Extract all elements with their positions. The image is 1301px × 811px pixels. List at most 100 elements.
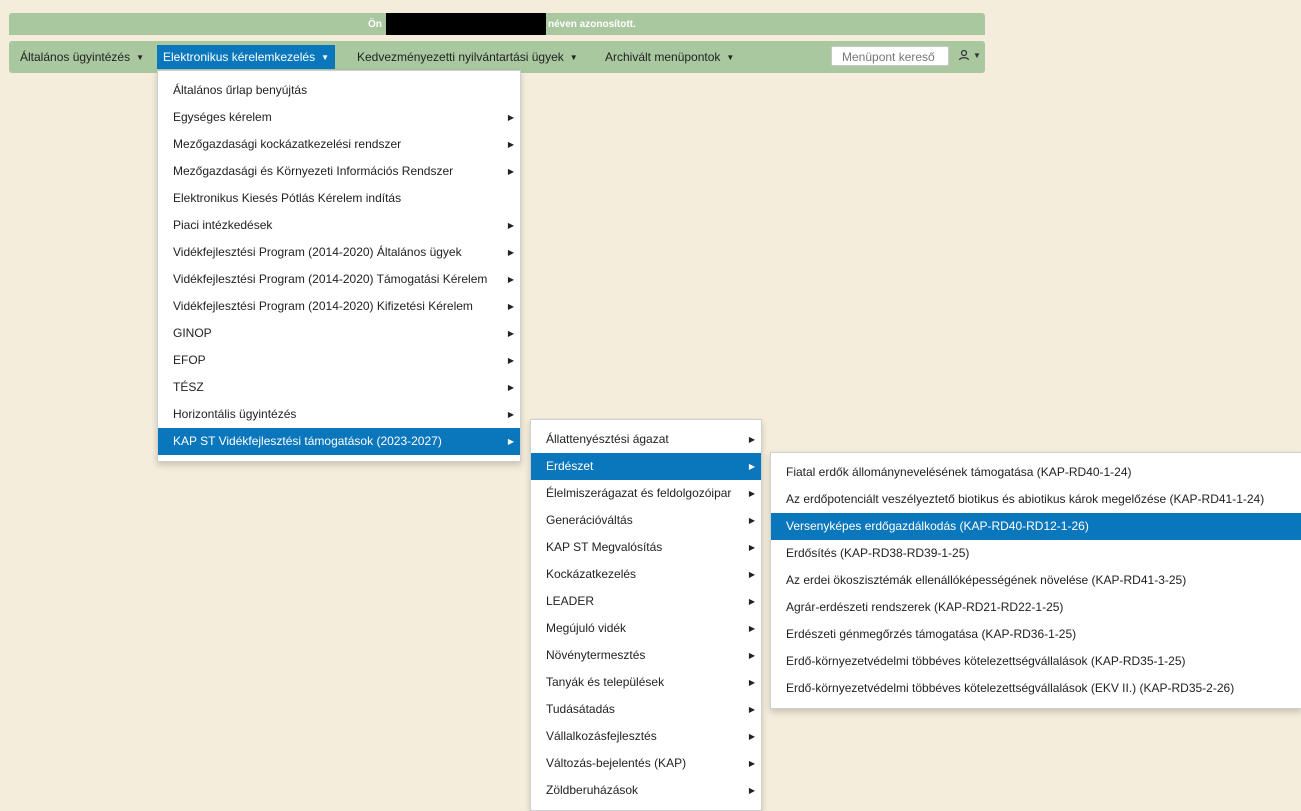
menu-item-kockazatkezeles[interactable]: Kockázatkezelés ▶ [531,561,761,588]
menu-item-versenykepes-erdogazdalkodas[interactable]: Versenyképes erdőgazdálkodás (KAP-RD40-R… [771,513,1301,540]
menu-item-erdo-kornyezetvedelmi[interactable]: Erdő-környezetvédelmi többéves kötelezet… [771,648,1301,675]
chevron-right-icon: ▶ [748,651,755,660]
chevron-right-icon: ▶ [748,759,755,768]
chevron-right-icon: ▶ [507,329,514,338]
menu-item-megujulo-videk[interactable]: Megújuló vidék ▶ [531,615,761,642]
menu-item-label: Elektronikus Kiesés Pótlás Kérelem indít… [173,191,402,205]
menu-item-tanyak-telepulesek[interactable]: Tanyák és települések ▶ [531,669,761,696]
menu-item-erdosites[interactable]: Erdősítés (KAP-RD38-RD39-1-25) [771,540,1301,567]
chevron-right-icon: ▶ [748,435,755,444]
menu-item-generaciovaltas[interactable]: Generációváltás ▶ [531,507,761,534]
menu-item-label: Versenyképes erdőgazdálkodás (KAP-RD40-R… [786,519,1089,533]
caret-down-icon: ▼ [726,53,735,62]
menu-item-allattenyesztes[interactable]: Állattenyésztési ágazat ▶ [531,426,761,453]
menu-item-label: Növénytermesztés [546,648,646,662]
menu-item-label: KAP ST Megvalósítás [546,540,663,554]
chevron-right-icon: ▶ [507,383,514,392]
menu-item-label: Erdősítés (KAP-RD38-RD39-1-25) [786,546,970,560]
submenu-kap-st: Állattenyésztési ágazat ▶ Erdészet ▶ Élelm… [530,419,762,811]
menu-item-label: Tudásátadás [546,702,615,716]
chevron-right-icon: ▶ [507,437,514,446]
nav-label: Általános ügyintézés [20,50,131,64]
menu-item-erdeszet[interactable]: Erdészet ▶ [531,453,761,480]
menu-item-label: LEADER [546,594,595,608]
menu-item-label: Erdő-környezetvédelmi többéves kötelezet… [786,654,1186,668]
menu-item-label: TÉSZ [173,380,204,394]
chevron-right-icon: ▶ [748,678,755,687]
chevron-right-icon: ▶ [507,275,514,284]
menu-item-kieses-potlas[interactable]: Elektronikus Kiesés Pótlás Kérelem indít… [158,185,520,212]
menu-item-label: Tanyák és települések [546,675,665,689]
menu-item-tesz[interactable]: TÉSZ ▶ [158,374,520,401]
menu-item-label: GINOP [173,326,212,340]
menu-item-vallalkozasfejlesztes[interactable]: Vállalkozásfejlesztés ▶ [531,723,761,750]
identity-bar: Ön néven azonosított. [9,13,985,35]
nav-altalanos-ugyintezes[interactable]: Általános ügyintézés ▼ [14,45,150,69]
menu-item-label: Erdészet [546,459,594,473]
menu-item-elelmiszeragazat[interactable]: Élelmiszerágazat és feldolgozóipar ▶ [531,480,761,507]
menu-item-label: Vállalkozásfejlesztés [546,729,657,743]
menu-item-label: Erdészeti génmegőrzés támogatása (KAP-RD… [786,627,1077,641]
menu-item-label: Az erdei ökoszisztémák ellenállóképesség… [786,573,1187,587]
caret-down-icon: ▼ [321,53,329,62]
menu-item-label: Erdő-környezetvédelmi többéves kötelezet… [786,681,1235,695]
menu-item-label: KAP ST Vidékfejlesztési támogatások (202… [173,434,442,448]
menu-item-kockazatkezelesi-rendszer[interactable]: Mezőgazdasági kockázatkezelési rendszer ▶ [158,131,520,158]
chevron-right-icon: ▶ [748,705,755,714]
menu-item-fiatal-erdok[interactable]: Fiatal erdők állománynevelésének támogat… [771,459,1301,486]
menu-item-genmegorzes[interactable]: Erdészeti génmegőrzés támogatása (KAP-RD… [771,621,1301,648]
menu-item-erdopotencial-karok[interactable]: Az erdőpotenciált veszélyeztető biotikus… [771,486,1301,513]
menu-item-piaci-intezkedesek[interactable]: Piaci intézkedések ▶ [158,212,520,239]
chevron-right-icon: ▶ [748,516,755,525]
nav-elektronikus-kerelemkezeles[interactable]: Elektronikus kérelemkezelés ▼ [157,45,335,69]
chevron-right-icon: ▶ [507,356,514,365]
chevron-right-icon: ▶ [748,597,755,606]
menu-item-label: Horizontális ügyintézés [173,407,297,421]
chevron-right-icon: ▶ [507,221,514,230]
menu-item-ginop[interactable]: GINOP ▶ [158,320,520,347]
menu-item-kap-st-videkfejlesztes[interactable]: KAP ST Vidékfejlesztési támogatások (202… [158,428,520,455]
menu-item-tudasatadas[interactable]: Tudásátadás ▶ [531,696,761,723]
menu-item-label: Élelmiszerágazat és feldolgozóipar [546,486,732,500]
nav-label: Archivált menüpontok [605,50,721,64]
menu-item-makir[interactable]: Mezőgazdasági és Környezeti Információs … [158,158,520,185]
menu-item-horizontalis[interactable]: Horizontális ügyintézés ▶ [158,401,520,428]
menu-item-label: Mezőgazdasági és Környezeti Információs … [173,164,454,178]
menu-item-label: Változás-bejelentés (KAP) [546,756,687,770]
menu-item-altalanos-urlap[interactable]: Általános űrlap benyújtás [158,77,520,104]
menu-item-label: Állattenyésztési ágazat [546,432,669,446]
nav-archivalt-menupontok[interactable]: Archivált menüpontok ▼ [599,45,740,69]
menu-item-novenytermesztes[interactable]: Növénytermesztés ▶ [531,642,761,669]
menu-item-vp-kifizetesi[interactable]: Vidékfejlesztési Program (2014-2020) Kif… [158,293,520,320]
chevron-right-icon: ▶ [507,140,514,149]
menu-item-valtozas-bejelentes[interactable]: Változás-bejelentés (KAP) ▶ [531,750,761,777]
menu-item-zoldberuhazasok[interactable]: Zöldberuházások ▶ [531,777,761,804]
menu-item-efop[interactable]: EFOP ▶ [158,347,520,374]
menu-item-agrar-erdeszeti[interactable]: Agrár-erdészeti rendszerek (KAP-RD21-RD2… [771,594,1301,621]
chevron-right-icon: ▶ [748,570,755,579]
menu-item-vp-altalanos[interactable]: Vidékfejlesztési Program (2014-2020) Ált… [158,239,520,266]
chevron-right-icon: ▶ [507,113,514,122]
nav-kedvezmenyezetti-ugyek[interactable]: Kedvezményezetti nyilvántartási ügyek ▼ [351,45,584,69]
menu-item-okoszisztemak[interactable]: Az erdei ökoszisztémák ellenállóképesség… [771,567,1301,594]
caret-down-icon: ▼ [136,53,144,62]
menu-search-input[interactable]: Menüpont kereső [831,46,949,66]
chevron-right-icon: ▶ [507,410,514,419]
menu-item-vp-tamogatasi[interactable]: Vidékfejlesztési Program (2014-2020) Tám… [158,266,520,293]
identity-suffix: néven azonosított. [548,19,636,30]
menu-item-label: Általános űrlap benyújtás [173,83,308,97]
menu-item-label: Kockázatkezelés [546,567,637,581]
chevron-right-icon: ▶ [748,786,755,795]
user-icon [958,49,970,61]
user-menu-button[interactable]: ▼ [958,49,981,65]
menu-item-label: Mezőgazdasági kockázatkezelési rendszer [173,137,402,151]
menu-item-leader[interactable]: LEADER ▶ [531,588,761,615]
menu-item-erdo-kornyezetvedelmi-ekv2[interactable]: Erdő-környezetvédelmi többéves kötelezet… [771,675,1301,702]
menu-item-label: Vidékfejlesztési Program (2014-2020) Tám… [173,272,488,286]
menu-item-label: Vidékfejlesztési Program (2014-2020) Ált… [173,245,462,259]
caret-down-icon: ▼ [973,51,981,60]
menu-item-kap-st-megvalositas[interactable]: KAP ST Megvalósítás ▶ [531,534,761,561]
menu-item-egyseges-kerelem[interactable]: Egységes kérelem ▶ [158,104,520,131]
menu-item-label: EFOP [173,353,206,367]
menu-item-label: Egységes kérelem [173,110,272,124]
